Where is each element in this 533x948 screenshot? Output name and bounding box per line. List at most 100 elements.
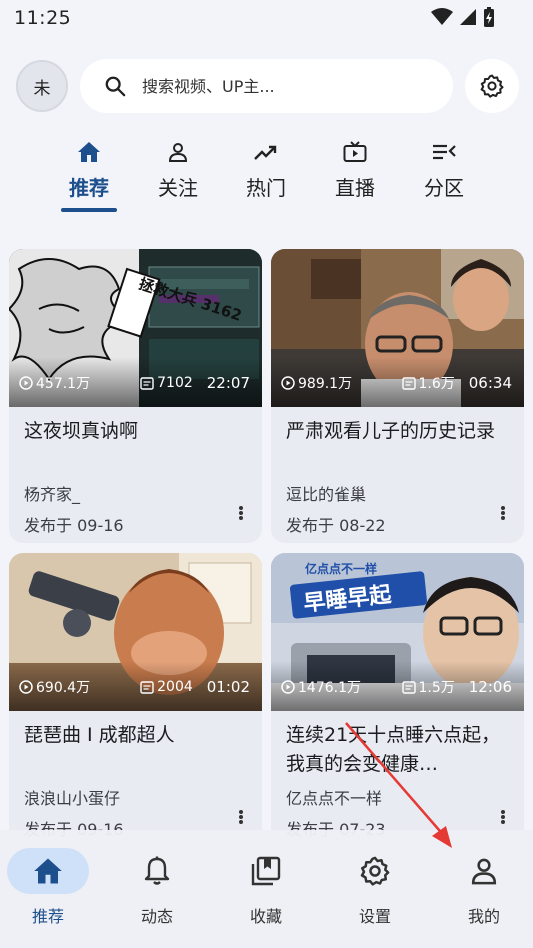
video-stats: 1476.1万 1.5万 12:06	[281, 677, 512, 697]
nav-label: 设置	[358, 907, 391, 926]
nav-favorites[interactable]: 收藏	[216, 848, 316, 927]
video-author[interactable]: 亿点点不一样	[286, 785, 382, 809]
view-count: 989.1万	[281, 373, 352, 393]
view-count: 1476.1万	[281, 677, 361, 697]
video-card[interactable]: 拯救大兵 3162 457.1万 7102 22:07 这夜坝真讷啊 杨齐家_ …	[9, 249, 262, 543]
more-options-icon[interactable]	[498, 807, 508, 827]
danmaku-count: 1.5万	[401, 677, 455, 697]
video-thumbnail[interactable]: 989.1万 1.6万 06:34	[271, 249, 524, 407]
tab-label: 分区	[424, 176, 464, 200]
view-count: 457.1万	[19, 373, 90, 393]
video-thumbnail[interactable]: 早睡早起 亿点点不一样 1476.1万 1.5万 12:06	[271, 553, 524, 711]
trending-icon	[226, 140, 306, 164]
play-circle-icon	[19, 680, 33, 694]
home-icon	[7, 848, 89, 894]
video-stats: 457.1万 7102 22:07	[19, 373, 250, 393]
video-author[interactable]: 逗比的雀巢	[286, 481, 366, 505]
danmaku-count-text: 7102	[157, 375, 193, 391]
system-icons	[431, 6, 495, 28]
video-author[interactable]: 浪浪山小蛋仔	[24, 785, 120, 809]
tv-icon	[315, 140, 395, 164]
nav-recommend[interactable]: 推荐	[0, 848, 98, 927]
tab-hot[interactable]: 热门	[226, 140, 306, 201]
video-date: 发布于 08-22	[286, 516, 386, 535]
danmaku-count-text: 2004	[157, 679, 193, 695]
video-title[interactable]: 这夜坝真讷啊	[24, 417, 250, 446]
nav-settings[interactable]: 设置	[325, 848, 425, 927]
video-date: 发布于 09-16	[24, 516, 124, 535]
view-count: 690.4万	[19, 677, 90, 697]
signal-icon	[460, 9, 476, 25]
video-card[interactable]: 690.4万 2004 01:02 琵琶曲 I 成都超人 浪浪山小蛋仔 发布于 …	[9, 553, 262, 853]
view-count-text: 989.1万	[298, 376, 353, 392]
view-count-text: 1476.1万	[298, 680, 361, 696]
home-icon	[49, 140, 129, 164]
person-icon	[138, 140, 218, 164]
danmaku-count-text: 1.6万	[418, 376, 455, 392]
play-circle-icon	[281, 680, 295, 694]
view-count-text: 690.4万	[36, 680, 91, 696]
bell-icon	[107, 848, 207, 894]
danmaku-icon	[140, 376, 154, 390]
video-stats: 690.4万 2004 01:02	[19, 677, 250, 697]
video-duration: 12:06	[468, 678, 512, 696]
nav-dynamic[interactable]: 动态	[107, 848, 207, 927]
nav-label: 动态	[140, 907, 173, 926]
video-title[interactable]: 连续21天十点睡六点起，我真的会变健康…	[286, 721, 512, 779]
avatar[interactable]: 未	[16, 60, 68, 112]
tab-label: 推荐	[69, 176, 109, 200]
bookmark-icon	[216, 848, 316, 894]
status-bar: 11:25	[0, 0, 533, 40]
video-author[interactable]: 杨齐家_	[24, 481, 80, 505]
view-count-text: 457.1万	[36, 376, 91, 392]
more-options-icon[interactable]	[236, 807, 246, 827]
search-icon	[104, 75, 126, 97]
tab-label: 关注	[158, 176, 198, 200]
active-tab-indicator	[61, 208, 117, 212]
category-tabs: 推荐 关注 热门 直播 分区	[0, 130, 533, 216]
play-circle-icon	[281, 376, 295, 390]
danmaku-icon	[401, 376, 416, 390]
gear-icon	[480, 74, 504, 98]
tab-label: 直播	[335, 176, 375, 200]
danmaku-count: 7102	[140, 375, 193, 391]
video-card[interactable]: 早睡早起 亿点点不一样 1476.1万 1.5万 12:06 连续21天十点睡六…	[271, 553, 524, 853]
list-icon	[404, 140, 484, 164]
tab-follow[interactable]: 关注	[138, 140, 218, 201]
video-title[interactable]: 琵琶曲 I 成都超人	[24, 721, 250, 750]
danmaku-count: 1.6万	[401, 373, 455, 393]
video-thumbnail[interactable]: 690.4万 2004 01:02	[9, 553, 262, 711]
person-icon	[434, 848, 533, 894]
settings-button[interactable]	[465, 59, 519, 113]
tab-live[interactable]: 直播	[315, 140, 395, 201]
video-card[interactable]: 989.1万 1.6万 06:34 严肃观看儿子的历史记录 逗比的雀巢 发布于 …	[271, 249, 524, 543]
nav-label: 收藏	[249, 907, 282, 926]
danmaku-count: 2004	[140, 679, 193, 695]
video-duration: 22:07	[206, 374, 250, 392]
video-thumbnail[interactable]: 拯救大兵 3162 457.1万 7102 22:07	[9, 249, 262, 407]
video-title[interactable]: 严肃观看儿子的历史记录	[286, 417, 512, 446]
video-stats: 989.1万 1.6万 06:34	[281, 373, 512, 393]
tab-label: 热门	[246, 176, 286, 200]
more-options-icon[interactable]	[236, 503, 246, 523]
nav-mine[interactable]: 我的	[434, 848, 533, 927]
gear-icon	[325, 848, 425, 894]
battery-icon	[484, 7, 494, 27]
bottom-navigation: 推荐 动态 收藏 设置 我的	[0, 830, 533, 948]
danmaku-count-text: 1.5万	[418, 680, 455, 696]
thumbnail-subtext: 亿点点不一样	[305, 561, 377, 576]
status-time: 11:25	[14, 7, 72, 29]
nav-label: 我的	[467, 907, 500, 926]
video-duration: 06:34	[468, 374, 512, 392]
danmaku-icon	[401, 680, 416, 694]
avatar-text: 未	[33, 78, 51, 99]
tab-recommend[interactable]: 推荐	[49, 140, 129, 201]
search-bar[interactable]	[80, 59, 453, 113]
danmaku-icon	[140, 680, 154, 694]
more-options-icon[interactable]	[498, 503, 508, 523]
wifi-icon	[431, 8, 453, 25]
search-input[interactable]	[142, 76, 402, 96]
nav-label: 推荐	[31, 907, 64, 926]
tab-zones[interactable]: 分区	[404, 140, 484, 201]
video-duration: 01:02	[206, 678, 250, 696]
